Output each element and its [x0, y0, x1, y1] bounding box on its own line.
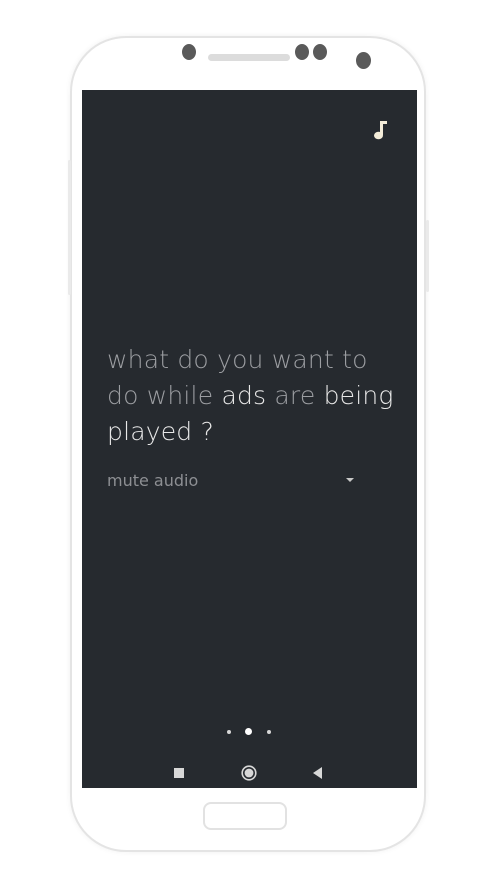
back-icon[interactable]	[313, 767, 322, 779]
app-screen: what do you want to do while ads are bei…	[82, 90, 417, 788]
page-indicator	[82, 726, 417, 738]
home-icon[interactable]	[241, 765, 257, 781]
recent-apps-icon[interactable]	[174, 768, 184, 778]
caret-down-icon	[346, 478, 354, 482]
ad-action-dropdown[interactable]: mute audio	[107, 469, 357, 493]
music-note-icon[interactable]	[372, 120, 388, 140]
question-heading: what do you want to do while ads are bei…	[107, 342, 397, 450]
page-dot-2-active[interactable]	[245, 728, 252, 735]
dropdown-selected-value: mute audio	[107, 471, 199, 490]
system-nav-bar	[82, 758, 417, 788]
volume-button	[426, 220, 429, 292]
question-text-2: are	[266, 381, 324, 410]
front-camera	[182, 44, 196, 60]
earpiece-speaker	[208, 54, 290, 61]
sensor-left	[295, 44, 309, 60]
power-button	[68, 160, 71, 295]
sensor-right	[313, 44, 327, 60]
question-highlight-ads: ads	[221, 381, 267, 410]
home-key[interactable]	[203, 802, 287, 830]
page-dot-1[interactable]	[227, 730, 231, 734]
page-dot-3[interactable]	[267, 730, 271, 734]
flash-sensor	[356, 52, 371, 69]
